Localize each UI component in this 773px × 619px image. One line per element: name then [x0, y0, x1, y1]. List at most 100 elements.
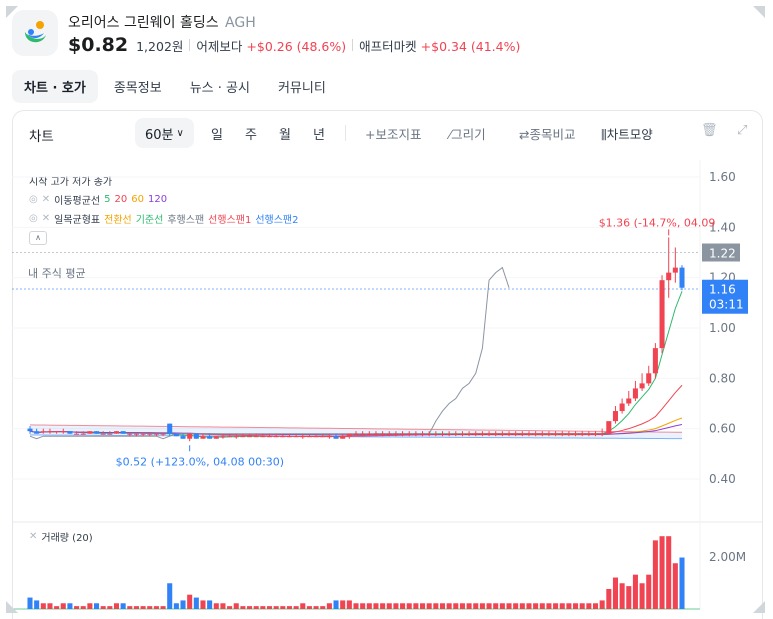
candle-body: [273, 436, 279, 438]
candle-body: [366, 433, 372, 435]
volume-bar: [386, 603, 392, 609]
candle-body: [526, 433, 532, 435]
volume-bar: [626, 586, 632, 609]
candle-body: [459, 433, 465, 435]
corner-marker-icon: [6, 6, 18, 18]
volume-bar: [40, 603, 46, 609]
volume-bar: [459, 603, 465, 609]
candle-body: [573, 433, 579, 435]
volume-bar: [420, 603, 426, 609]
candle-body: [40, 431, 46, 433]
candle-body: [652, 348, 658, 374]
volume-bar: [652, 540, 658, 609]
candle-body: [386, 433, 392, 435]
volume-bar: [173, 603, 179, 609]
volume-bar: [453, 603, 459, 609]
y-tick-label: 0.60: [709, 422, 736, 436]
candle-body: [626, 398, 632, 404]
volume-bar: [599, 600, 605, 609]
candle-body: [646, 373, 652, 384]
candle-body: [34, 431, 40, 434]
volume-bar: [393, 603, 399, 609]
candle-body: [240, 436, 246, 438]
candle-body: [539, 433, 545, 435]
volume-bar: [346, 600, 352, 609]
candle-body: [306, 436, 312, 438]
volume-bar: [313, 606, 319, 609]
y-tick-label: 1.00: [709, 321, 736, 335]
candle-body: [140, 433, 146, 435]
candle-body: [566, 433, 572, 435]
candle-body: [426, 433, 432, 435]
candle-body: [373, 433, 379, 435]
volume-bar: [499, 603, 505, 609]
price-chart[interactable]: 1.601.401.201.000.800.600.40내 주식 평균$1.36…: [0, 0, 773, 619]
candle-body: [466, 433, 472, 435]
candle-body: [94, 431, 100, 434]
candle-body: [326, 436, 332, 438]
volume-bar: [513, 603, 519, 609]
volume-bar: [333, 600, 339, 609]
volume-bar: [127, 606, 133, 609]
candle-body: [586, 433, 592, 435]
y-tick-label: 0.40: [709, 472, 736, 486]
volume-bar: [400, 603, 406, 609]
candle-body: [413, 433, 419, 435]
volume-bar: [213, 603, 219, 609]
volume-bar: [320, 606, 326, 609]
volume-bar: [47, 603, 53, 609]
volume-bar: [433, 603, 439, 609]
candle-body: [100, 433, 106, 435]
candle-body: [300, 436, 306, 438]
candle-body: [133, 433, 139, 435]
volume-bar: [546, 603, 552, 609]
volume-tick-label: 2.00M: [709, 550, 746, 564]
volume-bar: [406, 603, 412, 609]
volume-bar: [293, 606, 299, 609]
volume-bar: [619, 583, 625, 609]
candle-body: [380, 433, 386, 435]
volume-bar: [253, 606, 259, 609]
candle-body: [80, 433, 86, 435]
volume-bar: [260, 606, 266, 609]
volume-bar: [147, 606, 153, 609]
volume-bar: [646, 574, 652, 609]
volume-bar: [60, 603, 66, 609]
candle-body: [659, 280, 665, 349]
volume-bar: [533, 603, 539, 609]
candle-body: [420, 433, 426, 435]
candle-body: [207, 436, 213, 439]
candle-body: [74, 433, 80, 435]
volume-bar: [606, 588, 612, 609]
candle-body: [546, 433, 552, 435]
volume-bar: [94, 603, 100, 609]
candle-body: [453, 433, 459, 435]
candle-body: [346, 433, 352, 437]
volume-bar: [493, 603, 499, 609]
candle-body: [533, 433, 539, 435]
candle-body: [193, 433, 199, 439]
volume-bar: [566, 603, 572, 609]
candle-body: [592, 433, 599, 435]
volume-bar: [87, 603, 93, 609]
volume-bar: [300, 603, 306, 609]
candle-body: [333, 436, 339, 439]
volume-bar: [639, 583, 645, 609]
candle-body: [519, 433, 525, 435]
candle-body: [493, 433, 499, 435]
candle-body: [439, 433, 446, 435]
candle-body: [446, 433, 452, 435]
volume-bar: [672, 563, 678, 609]
candle-body: [513, 433, 519, 435]
candle-body: [120, 431, 126, 434]
volume-bar: [233, 603, 239, 609]
candle-body: [227, 436, 233, 438]
volume-bar: [120, 603, 126, 609]
volume-bar: [666, 536, 672, 609]
volume-bar: [266, 606, 273, 609]
volume-bar: [353, 603, 359, 609]
candle-body: [286, 436, 292, 438]
candle-body: [393, 433, 399, 435]
volume-bar: [247, 606, 253, 609]
candle-body: [220, 436, 226, 438]
